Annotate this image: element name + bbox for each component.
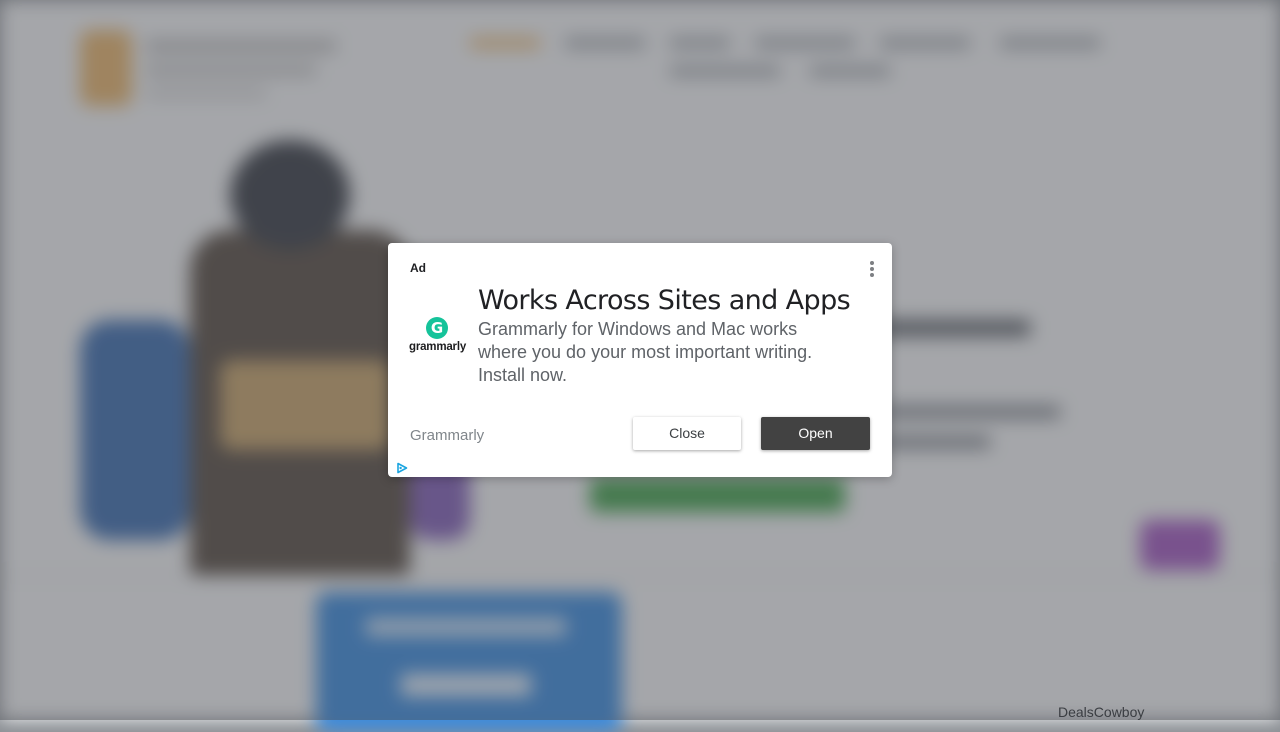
more-vert-icon[interactable] <box>864 259 880 279</box>
ad-body-text: Grammarly for Windows and Mac works wher… <box>478 319 813 385</box>
ad-headline[interactable]: Works Across Sites and Apps <box>478 285 851 316</box>
footer-brand-text: DealsCowboy <box>1058 704 1145 720</box>
ad-label: Ad <box>410 261 426 275</box>
grammarly-logo-icon: G <box>426 317 448 339</box>
ad-dialog: Ad G grammarly Works Across Sites and Ap… <box>388 243 892 477</box>
grammarly-logo[interactable]: G grammarly <box>408 315 468 355</box>
grammarly-logo-text: grammarly <box>409 341 467 353</box>
adchoices-icon[interactable] <box>396 461 408 474</box>
advertiser-name[interactable]: Grammarly <box>410 427 484 444</box>
close-button[interactable]: Close <box>633 417 741 450</box>
open-button[interactable]: Open <box>761 417 870 450</box>
